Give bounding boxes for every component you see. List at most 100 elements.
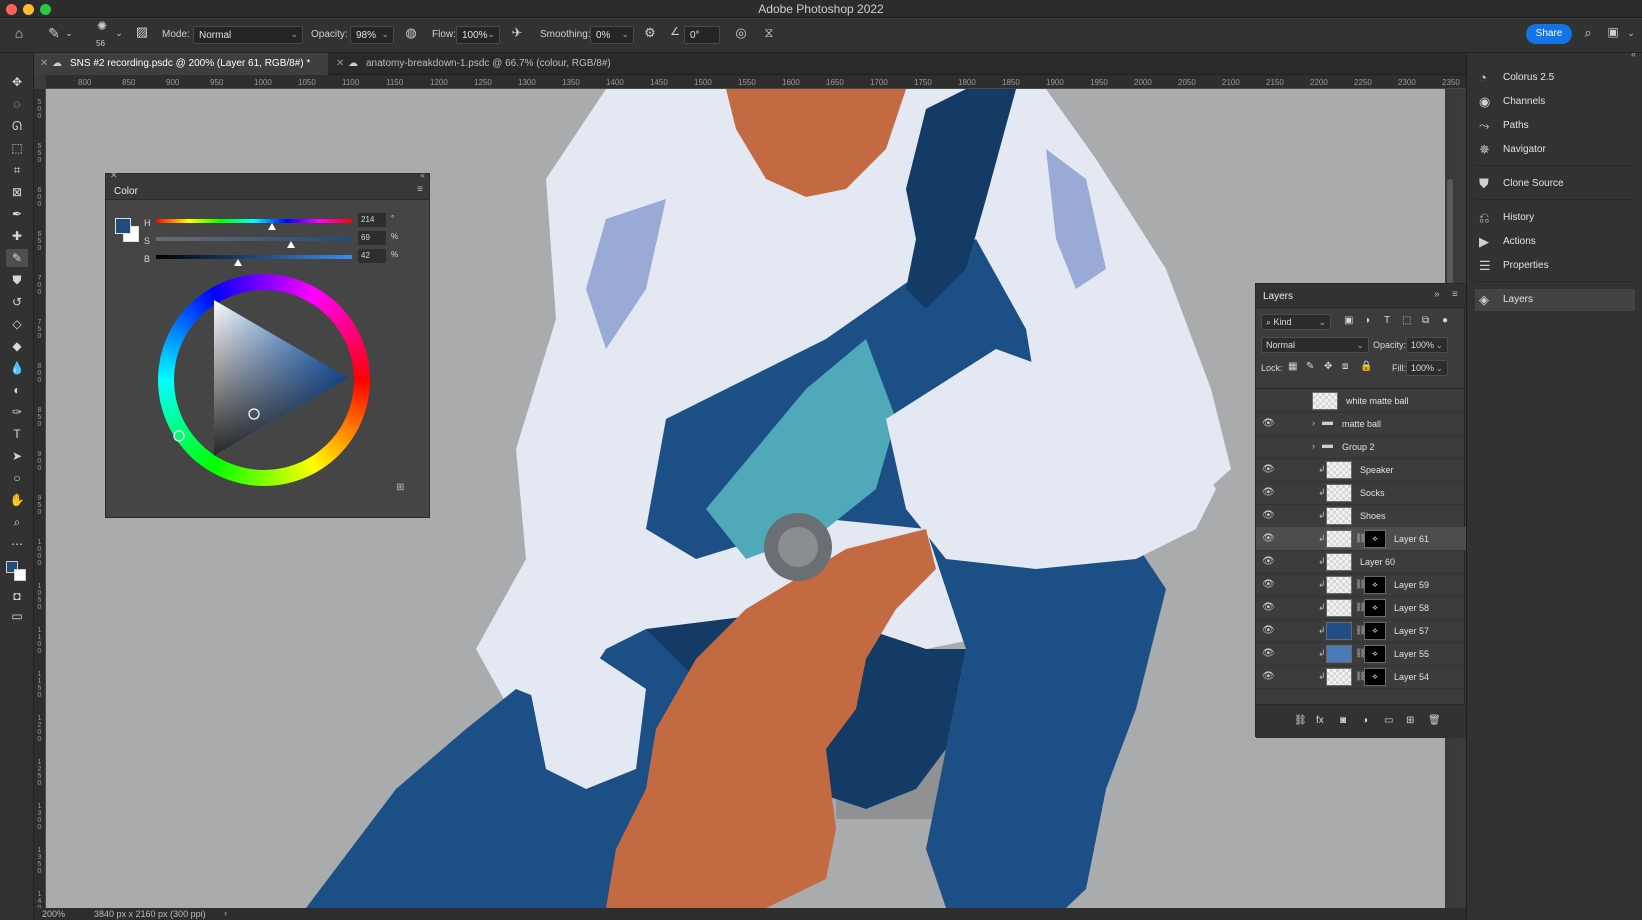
filter-type-icon[interactable]: T bbox=[1384, 315, 1390, 326]
layer-row[interactable]: 👁 ↲ Socks bbox=[1256, 481, 1466, 505]
brush-preset-icon[interactable]: ✺ bbox=[92, 19, 112, 33]
pressure-size-icon[interactable]: ◎ bbox=[732, 25, 750, 41]
filter-toggle-icon[interactable]: ● bbox=[1442, 315, 1448, 326]
dodge-tool-icon[interactable]: ◐ bbox=[6, 381, 28, 399]
group-chevron-icon[interactable]: › bbox=[1312, 441, 1315, 451]
visibility-eye-icon[interactable]: 👁 bbox=[1262, 464, 1275, 476]
workspace-icon[interactable]: ▣ bbox=[1604, 25, 1622, 39]
shape-tool-icon[interactable]: ○ bbox=[6, 469, 28, 487]
visibility-eye-icon[interactable]: 👁 bbox=[1262, 671, 1275, 683]
layer-row[interactable]: 👁 ↲ ⛓ ⟡ Layer 57 bbox=[1256, 619, 1466, 643]
layer-filter-select[interactable]: ⌕ Kind ⌄ bbox=[1261, 314, 1331, 330]
eraser-tool-icon[interactable]: ◇ bbox=[6, 315, 28, 333]
layer-list[interactable]: white matte ball 👁 › ▬ matte ball › ▬ Group 2 👁 ↲… bbox=[1256, 388, 1466, 702]
object-selection-tool-icon[interactable]: ⬚ bbox=[6, 139, 28, 157]
saturation-field[interactable]: 69 bbox=[358, 231, 386, 245]
brightness-field[interactable]: 42 bbox=[358, 249, 386, 263]
add-mask-icon[interactable]: ◙ bbox=[1340, 715, 1346, 726]
layer-thumbnail[interactable] bbox=[1326, 461, 1352, 479]
layer-thumbnail[interactable] bbox=[1326, 484, 1352, 502]
delete-layer-icon[interactable]: 🗑 bbox=[1428, 715, 1441, 726]
filter-smart-object-icon[interactable]: ⧉ bbox=[1422, 315, 1429, 326]
layer-row[interactable]: 👁 ↲ ⛓ ⟡ Layer 55 bbox=[1256, 642, 1466, 666]
move-tool-icon[interactable]: ✥ bbox=[6, 73, 28, 91]
panel-menu-icon[interactable]: ≡ bbox=[1452, 289, 1458, 300]
layer-mask-thumbnail[interactable]: ⟡ bbox=[1364, 576, 1386, 594]
dock-item-properties[interactable]: ☰ Properties bbox=[1475, 255, 1635, 277]
dock-item-paths[interactable]: ⤳ Paths bbox=[1475, 115, 1635, 137]
eyedropper-tool-icon[interactable]: ✒ bbox=[6, 205, 28, 223]
chevron-down-icon[interactable]: ⌄ bbox=[64, 28, 74, 39]
brush-settings-icon[interactable]: ▨ bbox=[133, 24, 151, 40]
hue-field[interactable]: 214 bbox=[358, 213, 386, 227]
hand-tool-icon[interactable]: ✋ bbox=[6, 491, 28, 509]
visibility-eye-icon[interactable]: 👁 bbox=[1262, 510, 1275, 522]
collapse-dock-icon[interactable]: « bbox=[1631, 49, 1636, 59]
visibility-eye-icon[interactable]: 👁 bbox=[1262, 556, 1275, 568]
layer-row[interactable]: › ▬ Group 2 bbox=[1256, 435, 1466, 459]
layer-row[interactable]: 👁 ↲ Shoes bbox=[1256, 504, 1466, 528]
layer-row[interactable]: 👁 ↲ Speaker bbox=[1256, 458, 1466, 482]
saturation-slider-handle[interactable] bbox=[287, 241, 296, 248]
pressure-opacity-icon[interactable]: ◍ bbox=[402, 25, 420, 41]
link-layers-icon[interactable]: ⛓ bbox=[1294, 715, 1307, 726]
collapse-panel-icon[interactable]: « bbox=[420, 170, 425, 180]
layer-row[interactable]: white matte ball bbox=[1256, 389, 1466, 413]
visibility-eye-icon[interactable]: 👁 bbox=[1262, 418, 1275, 430]
crop-tool-icon[interactable]: ⌗ bbox=[6, 161, 28, 179]
layer-opacity-field[interactable]: 100% ⌄ bbox=[1406, 337, 1448, 353]
fill-field[interactable]: 100% ⌄ bbox=[1406, 360, 1448, 376]
foreground-color-swatch[interactable] bbox=[115, 218, 131, 234]
layer-row[interactable]: 👁 ↲ ⛓ ⟡ Layer 61 bbox=[1256, 527, 1466, 551]
zoom-level[interactable]: 200% bbox=[42, 909, 65, 919]
layer-thumbnail[interactable] bbox=[1326, 576, 1352, 594]
dock-item-colorus[interactable]: ◔ Colorus 2.5 bbox=[1475, 67, 1635, 89]
workspace-chevron-icon[interactable]: ⌄ bbox=[1626, 28, 1636, 39]
visibility-eye-icon[interactable]: 👁 bbox=[1262, 579, 1275, 591]
close-tab-icon[interactable]: ✕ bbox=[40, 53, 48, 75]
dock-item-navigator[interactable]: ✵ Navigator bbox=[1475, 139, 1635, 161]
layer-row[interactable]: 👁 ↲ ⛓ ⟡ Layer 54 bbox=[1256, 665, 1466, 689]
tab-document-1[interactable]: ✕ ☁ SNS #2 recording.psdc @ 200% (Layer … bbox=[34, 53, 328, 75]
airbrush-icon[interactable]: ✈ bbox=[508, 25, 526, 41]
mode-select[interactable]: Normal ⌄ bbox=[193, 26, 303, 44]
layer-mask-thumbnail[interactable]: ⟡ bbox=[1364, 668, 1386, 686]
blend-mode-select[interactable]: Normal ⌄ bbox=[1261, 337, 1369, 353]
layer-mask-thumbnail[interactable]: ⟡ bbox=[1364, 599, 1386, 617]
layer-style-icon[interactable]: fx bbox=[1316, 715, 1324, 726]
layer-row[interactable]: 👁 ↲ ⛓ ⟡ Layer 59 bbox=[1256, 573, 1466, 597]
healing-brush-tool-icon[interactable]: ✚ bbox=[6, 227, 28, 245]
home-icon[interactable]: ⌂ bbox=[10, 25, 28, 41]
filter-adjustment-icon[interactable]: ◑ bbox=[1364, 315, 1370, 326]
share-button[interactable]: Share bbox=[1526, 24, 1572, 44]
frame-tool-icon[interactable]: ⊠ bbox=[6, 183, 28, 201]
visibility-eye-icon[interactable]: 👁 bbox=[1262, 648, 1275, 660]
new-group-icon[interactable]: ▭ bbox=[1384, 715, 1393, 726]
visibility-eye-icon[interactable]: 👁 bbox=[1262, 602, 1275, 614]
layer-thumbnail[interactable] bbox=[1326, 553, 1352, 571]
layer-thumbnail[interactable] bbox=[1326, 645, 1352, 663]
hue-slider-handle[interactable] bbox=[267, 223, 276, 230]
marquee-tool-icon[interactable]: ◌ bbox=[6, 95, 28, 113]
search-icon[interactable]: ⌕ bbox=[1580, 25, 1596, 41]
visibility-eye-icon[interactable] bbox=[1262, 395, 1274, 407]
layer-thumbnail[interactable] bbox=[1326, 622, 1352, 640]
lock-pixels-icon[interactable]: ✎ bbox=[1306, 361, 1314, 372]
new-layer-icon[interactable]: ⊞ bbox=[1406, 715, 1414, 726]
close-panel-icon[interactable]: ✕ bbox=[110, 170, 118, 181]
visibility-eye-icon[interactable]: 👁 bbox=[1262, 487, 1275, 499]
clone-stamp-tool-icon[interactable]: ⛊ bbox=[6, 271, 28, 289]
layer-thumbnail[interactable] bbox=[1312, 392, 1338, 410]
pen-tool-icon[interactable]: ✑ bbox=[6, 403, 28, 421]
lasso-tool-icon[interactable]: ᘏ bbox=[6, 117, 28, 135]
opacity-field[interactable]: 98% ⌄ bbox=[350, 26, 394, 44]
layer-thumbnail[interactable] bbox=[1326, 507, 1352, 525]
blur-tool-icon[interactable]: 💧 bbox=[6, 359, 28, 377]
close-tab-icon[interactable]: ✕ bbox=[336, 53, 344, 75]
dock-item-channels[interactable]: ◉ Channels bbox=[1475, 91, 1635, 113]
tab-document-2[interactable]: ✕ ☁ anatomy-breakdown-1.psdc @ 66.7% (co… bbox=[330, 53, 650, 75]
gear-icon[interactable]: ⚙ bbox=[641, 25, 659, 41]
layer-row[interactable]: 👁 ↲ ⛓ ⟡ Layer 58 bbox=[1256, 596, 1466, 620]
hue-ring-cursor[interactable] bbox=[173, 430, 185, 442]
brightness-slider[interactable] bbox=[156, 255, 352, 266]
